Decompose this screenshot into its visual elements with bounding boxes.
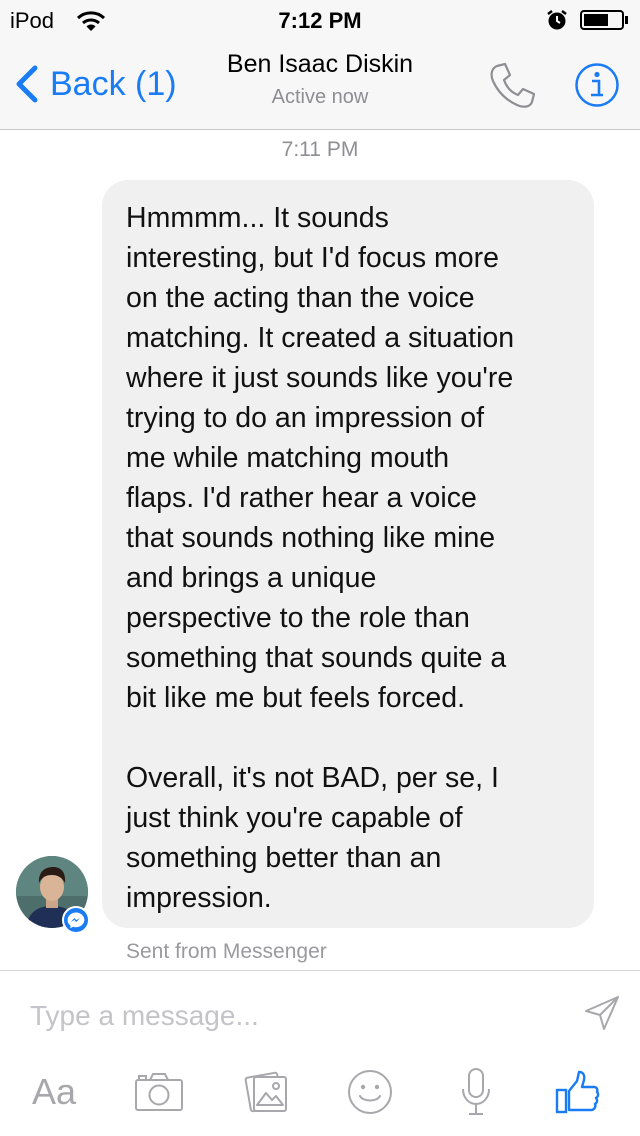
microphone-icon: [462, 1068, 490, 1115]
sent-from-label: Sent from Messenger: [126, 940, 327, 963]
message-line: and brings a unique: [126, 562, 377, 594]
voice-message-button[interactable]: [454, 1067, 498, 1117]
message-line: something that sounds quite a: [126, 642, 507, 674]
like-icon: [555, 1070, 600, 1114]
messenger-badge-icon: [62, 906, 90, 934]
message-line: perspective to the role than: [126, 602, 470, 634]
like-button[interactable]: [552, 1067, 602, 1117]
alarm-icon: [547, 10, 567, 30]
message-line: something better than an: [126, 842, 442, 874]
camera-button[interactable]: [132, 1067, 186, 1117]
message-line: Hmmmm... It sounds: [126, 202, 389, 234]
contact-status: Active now: [271, 86, 369, 108]
send-icon[interactable]: [582, 993, 622, 1033]
message-line: me while matching mouth: [126, 442, 450, 474]
message-line: that sounds nothing like mine: [126, 522, 496, 554]
message-line: bit like me but feels forced.: [126, 682, 465, 714]
message-line: where it just sounds like you're: [126, 362, 514, 394]
camera-icon: [135, 1073, 183, 1111]
contact-name[interactable]: Ben Isaac Diskin: [0, 50, 640, 79]
status-time: 7:12 PM: [278, 8, 362, 33]
message-bubble[interactable]: Hmmmm... It sounds interesting, but I'd f…: [102, 180, 594, 928]
composer: Aa: [0, 970, 640, 1136]
phone-icon[interactable]: [486, 60, 538, 112]
message-line: interesting, but I'd focus more: [126, 242, 499, 274]
sticker-icon: [348, 1070, 392, 1114]
text-style-button[interactable]: Aa: [24, 1067, 84, 1117]
message-line: just think you're capable of: [126, 802, 463, 834]
photo-gallery-icon: [244, 1071, 287, 1113]
message-line: on the acting than the voice: [126, 282, 475, 314]
sticker-button[interactable]: [346, 1067, 394, 1117]
info-icon[interactable]: [574, 62, 620, 108]
message-line: trying to do an impression of: [126, 402, 485, 434]
status-bar: iPod 7:12 PM: [0, 0, 640, 40]
conversation-header: Back (1) Ben Isaac Diskin Active now: [0, 40, 640, 130]
message-paragraph-break: [126, 718, 572, 758]
message-line: Overall, it's not BAD, per se, I: [126, 762, 499, 794]
message-line: matching. It created a situation: [126, 322, 515, 354]
photo-gallery-button[interactable]: [240, 1067, 294, 1117]
battery-icon: [580, 10, 628, 30]
message-line: flaps. I'd rather hear a voice: [126, 482, 477, 514]
message-line: impression.: [126, 882, 272, 914]
message-timestamp: 7:11 PM: [281, 138, 359, 161]
message-input[interactable]: [30, 995, 530, 1037]
